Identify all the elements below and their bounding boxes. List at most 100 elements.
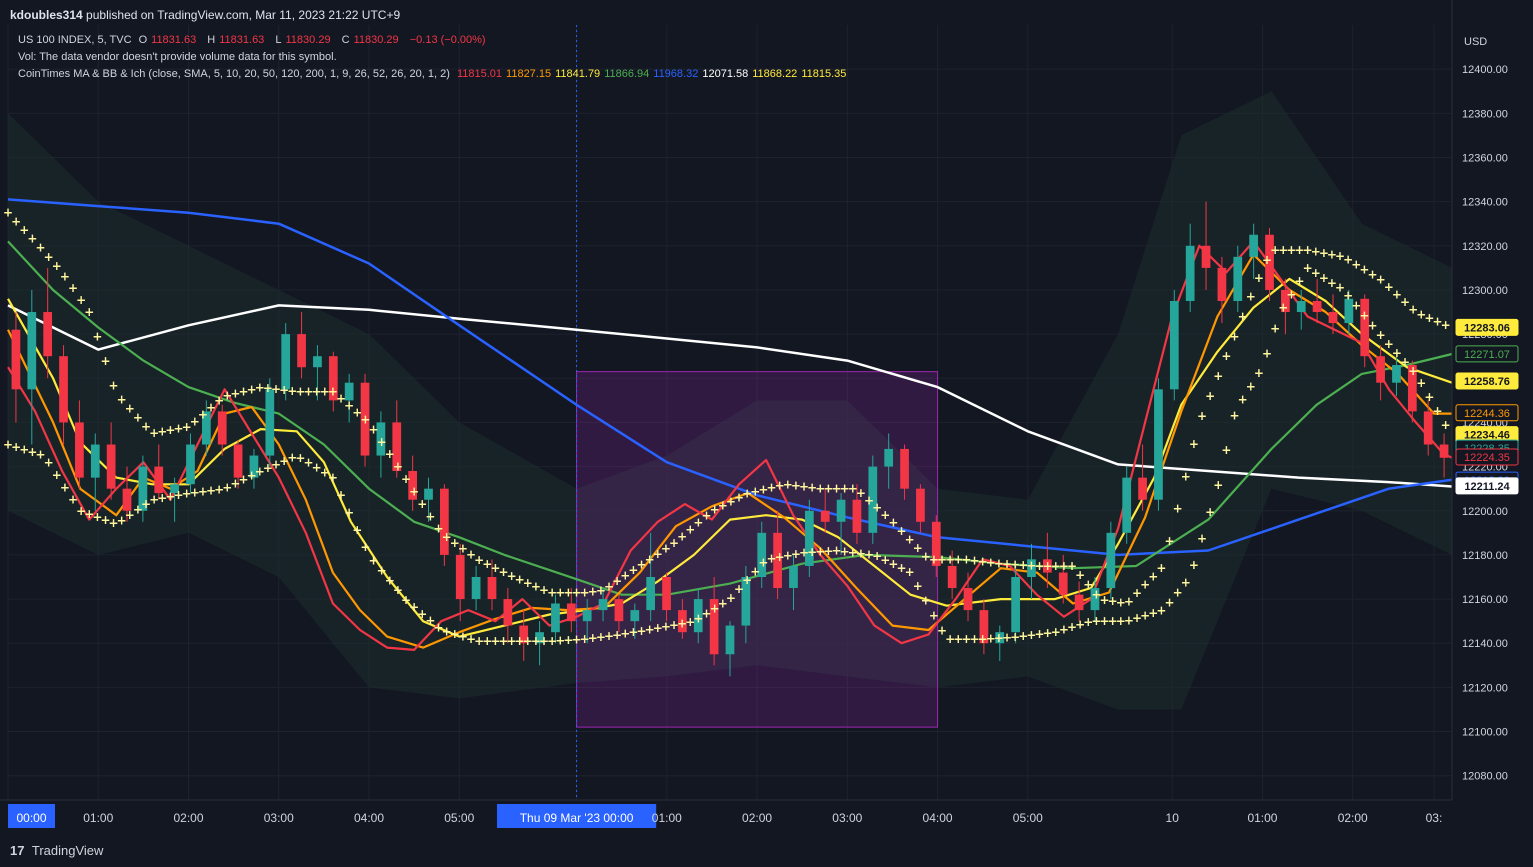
ichimoku-plus: +: [1262, 346, 1272, 360]
candle-body: [106, 444, 116, 489]
indicator-value: 11868.22: [752, 68, 798, 80]
price-tick-label: 12380.00: [1462, 108, 1508, 120]
ichimoku-plus: +: [1164, 534, 1174, 548]
candle-body: [1376, 356, 1385, 383]
indicator-value: 11866.94: [604, 68, 650, 80]
candle-body: [662, 576, 671, 611]
time-tick-label: 02:00: [742, 811, 772, 825]
symbol-name[interactable]: US 100 INDEX, 5, TVC: [18, 34, 132, 46]
candle-body: [852, 499, 862, 533]
candle-body: [789, 565, 798, 589]
candle-body: [1312, 300, 1322, 313]
time-tick-label: 02:00: [173, 811, 203, 825]
candle-body: [487, 576, 497, 600]
price-chart[interactable]: ++++++++++++++++++++++++++++++++++++++++…: [0, 0, 1533, 836]
candle-body: [1169, 300, 1179, 390]
candle-body: [963, 588, 973, 611]
time-tick-label: 00:00: [16, 811, 46, 825]
ichimoku-plus: +: [1441, 418, 1451, 432]
indicator-name[interactable]: CoinTimes MA & BB & Ich (close, SMA, 5, …: [18, 68, 450, 80]
ichimoku-plus: +: [1213, 369, 1223, 383]
candle-body: [598, 599, 608, 611]
ichimoku-plus: +: [92, 330, 102, 344]
ichimoku-plus: +: [1213, 478, 1223, 492]
time-tick-label: 05:00: [444, 811, 474, 825]
candle-body: [1058, 572, 1068, 595]
symbol-legend[interactable]: US 100 INDEX, 5, TVC O 11831.63 H 11831.63…: [18, 34, 490, 46]
price-tick-label: 12320.00: [1462, 241, 1508, 253]
price-badge-label: 12211.24: [1464, 481, 1510, 493]
ichimoku-plus: +: [1189, 558, 1199, 572]
ichimoku-plus: +: [1205, 389, 1215, 403]
candle-body: [1201, 245, 1211, 268]
candle-body: [820, 510, 830, 522]
candle-body: [27, 312, 37, 390]
ohlc-open: O 11831.63: [138, 34, 197, 46]
ichimoku-plus: +: [1270, 322, 1280, 336]
candle-body: [297, 334, 306, 368]
candle-body: [43, 312, 53, 357]
indicator-values: 11815.01 11827.15 11841.79 11866.94 11968.32…: [457, 68, 850, 80]
time-tick-label: 03:00: [832, 811, 862, 825]
ichimoku-plus: +: [1205, 505, 1215, 519]
publisher-name[interactable]: kdoubles314: [10, 8, 83, 22]
ohlc-close: C 11830.29: [341, 34, 399, 46]
indicator-value: 12071.58: [702, 68, 749, 80]
time-tick-label: 01:00: [1247, 811, 1277, 825]
candle-body: [1439, 444, 1449, 458]
price-tick-label: 12400.00: [1462, 64, 1508, 76]
indicator-value: 11815.01: [456, 68, 503, 80]
candle-body: [1217, 267, 1227, 301]
ichimoku-plus: +: [1246, 379, 1256, 393]
time-tick-label: 01:00: [83, 811, 113, 825]
ichimoku-plus: +: [1221, 443, 1231, 457]
candle-body: [630, 610, 640, 622]
candle-body: [884, 448, 894, 467]
ichimoku-plus: +: [1246, 290, 1256, 304]
indicator-value: 11815.35: [801, 68, 847, 80]
price-tick-label: 12340.00: [1462, 197, 1508, 209]
price-tick-label: 12300.00: [1462, 285, 1508, 297]
ichimoku-plus: +: [905, 565, 915, 579]
ichimoku-plus: +: [929, 609, 939, 623]
ichimoku-plus: +: [1229, 329, 1239, 343]
indicator-value: 11841.79: [555, 68, 601, 80]
candle-body: [1011, 576, 1020, 633]
ichimoku-plus: +: [1441, 318, 1451, 332]
price-badge-label: 12283.06: [1464, 322, 1510, 334]
candle-body: [11, 329, 21, 390]
candle-body: [1233, 256, 1243, 301]
time-axis: 00:00 01:00 02:00 03:00 04:00 05:00 Thu 09 Mar…: [0, 799, 1533, 836]
candle-body: [186, 444, 195, 485]
indicator-legend[interactable]: CoinTimes MA & BB & Ich (close, SMA, 5, …: [18, 68, 854, 80]
volume-legend: Vol: The data vendor doesn't provide vol…: [18, 51, 337, 63]
candle-body: [455, 554, 465, 600]
ichimoku-plus: +: [336, 488, 346, 502]
candle-body: [154, 466, 164, 494]
ichimoku-plus: +: [1181, 469, 1191, 483]
ohlc-low: L 11830.29: [275, 34, 331, 46]
ichimoku-plus: +: [1238, 393, 1248, 407]
ichimoku-plus: +: [1424, 390, 1434, 404]
ichimoku-plus: +: [344, 505, 354, 519]
candle-body: [503, 599, 513, 626]
tradingview-brand: 17 TradingView: [10, 843, 103, 858]
ichimoku-plus: +: [1181, 576, 1191, 590]
candle-body: [59, 356, 68, 423]
candle-body: [1138, 477, 1147, 500]
ichimoku-plus: +: [328, 471, 338, 485]
candle-body: [916, 488, 925, 522]
ichimoku-plus: +: [1197, 532, 1207, 546]
price-badge-label: 12244.36: [1464, 408, 1510, 420]
ichimoku-plus: +: [109, 379, 119, 393]
ichimoku-plus: +: [1286, 287, 1296, 301]
ichimoku-plus: +: [1173, 502, 1183, 516]
candle-body: [1423, 411, 1433, 445]
ichimoku-plus: +: [100, 354, 110, 368]
ichimoku-plus: +: [1189, 437, 1199, 451]
candle-body: [75, 422, 84, 478]
candle-body: [281, 334, 291, 390]
price-tick-label: 12160.00: [1462, 594, 1508, 606]
price-tick-label: 12100.00: [1462, 727, 1508, 739]
ichimoku-plus: +: [84, 305, 94, 319]
